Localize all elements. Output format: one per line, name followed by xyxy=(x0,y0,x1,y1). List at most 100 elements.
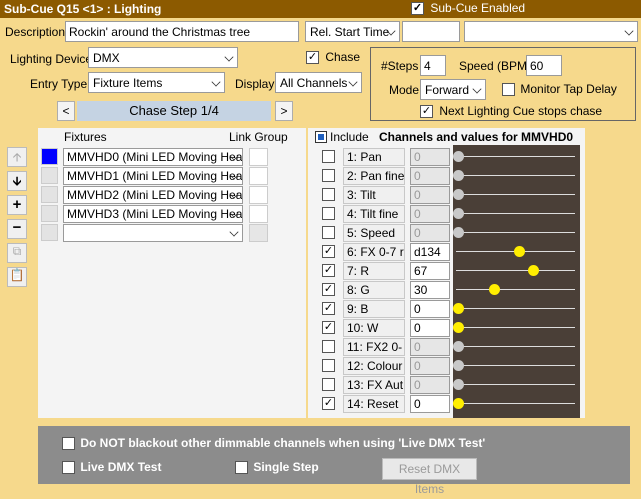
move-up-icon[interactable]: 🡩 xyxy=(7,147,27,167)
channel-label[interactable]: 9: B xyxy=(343,300,405,318)
channel-slider-thumb[interactable] xyxy=(453,341,464,352)
display-select[interactable]: All Channels xyxy=(275,72,362,93)
channel-include-checkbox[interactable] xyxy=(322,359,335,372)
next-cue-stops-chase-check[interactable] xyxy=(420,105,433,119)
channel-value-input[interactable]: 0 xyxy=(410,338,450,356)
fixture-row[interactable]: MMVHD1 (Mini LED Moving Head xyxy=(38,166,306,185)
fixture-select[interactable]: MMVHD2 (Mini LED Moving Head xyxy=(63,186,243,204)
channel-include-checkbox[interactable] xyxy=(322,188,335,201)
sub-cue-enabled-check[interactable] xyxy=(411,2,424,16)
channel-slider-thumb[interactable] xyxy=(453,379,464,390)
channel-slider-thumb[interactable] xyxy=(489,284,500,295)
link-group-input[interactable] xyxy=(249,186,268,204)
channel-label[interactable]: 2: Pan fine xyxy=(343,167,405,185)
channel-label[interactable]: 7: R xyxy=(343,262,405,280)
steps-input[interactable]: 4 xyxy=(420,55,446,76)
entry-type-select[interactable]: Fixture Items xyxy=(88,72,225,93)
channel-label[interactable]: 12: Colour xyxy=(343,357,405,375)
fixture-row[interactable]: MMVHD2 (Mini LED Moving Head xyxy=(38,185,306,204)
channel-include-checkbox[interactable] xyxy=(322,207,335,220)
channel-include-checkbox[interactable] xyxy=(322,321,335,334)
channel-slider-thumb[interactable] xyxy=(453,398,464,409)
channel-include-checkbox[interactable] xyxy=(322,245,335,258)
prev-step-button[interactable]: < xyxy=(57,101,75,121)
channel-include-checkbox[interactable] xyxy=(322,226,335,239)
speed-input[interactable]: 60 xyxy=(526,55,562,76)
move-down-icon[interactable]: 🡫 xyxy=(7,171,27,191)
start-cue-select[interactable] xyxy=(464,21,638,42)
channel-value-input[interactable]: 0 xyxy=(410,395,450,413)
channel-label[interactable]: 8: G xyxy=(343,281,405,299)
channel-label[interactable]: 14: Reset xyxy=(343,395,405,413)
channel-label[interactable]: 11: FX2 0- xyxy=(343,338,405,356)
link-group-input[interactable] xyxy=(249,205,268,223)
fixture-select[interactable]: MMVHD1 (Mini LED Moving Head xyxy=(63,167,243,185)
channel-slider-thumb[interactable] xyxy=(453,360,464,371)
channel-value-input[interactable]: 0 xyxy=(410,148,450,166)
link-group-input[interactable] xyxy=(249,148,268,166)
channel-value-input[interactable]: d134 xyxy=(410,243,450,261)
next-cue-stops-chase-checkbox[interactable]: Next Lighting Cue stops chase xyxy=(420,104,602,119)
channel-slider-thumb[interactable] xyxy=(453,189,464,200)
channel-value-input[interactable]: 0 xyxy=(410,205,450,223)
channel-slider-thumb[interactable] xyxy=(528,265,539,276)
fixture-row[interactable]: MMVHD0 (Mini LED Moving Head) xyxy=(38,147,306,166)
channel-include-checkbox[interactable] xyxy=(322,264,335,277)
channel-label[interactable]: 5: Speed xyxy=(343,224,405,242)
fixture-row-selector[interactable] xyxy=(41,167,58,184)
channel-value-input[interactable]: 0 xyxy=(410,224,450,242)
channel-slider-thumb[interactable] xyxy=(453,227,464,238)
copy-icon[interactable]: ⧉ xyxy=(7,243,27,263)
lighting-device-select[interactable]: DMX xyxy=(88,47,238,68)
link-group-input[interactable] xyxy=(249,224,268,242)
live-dmx-test-checkbox[interactable]: Live DMX Test xyxy=(62,460,161,475)
reset-dmx-items-button[interactable]: Reset DMX Items xyxy=(382,458,477,496)
fixture-select[interactable]: MMVHD3 (Mini LED Moving Head xyxy=(63,205,243,223)
channel-value-input[interactable]: 0 xyxy=(410,300,450,318)
next-step-button[interactable]: > xyxy=(275,101,293,121)
remove-icon[interactable]: − xyxy=(7,219,27,239)
channel-value-input[interactable]: 0 xyxy=(410,186,450,204)
channel-value-input[interactable]: 0 xyxy=(410,357,450,375)
channel-include-checkbox[interactable] xyxy=(322,340,335,353)
chase-check[interactable] xyxy=(306,51,319,65)
channel-value-input[interactable]: 0 xyxy=(410,319,450,337)
channel-slider-thumb[interactable] xyxy=(453,303,464,314)
add-icon[interactable]: + xyxy=(7,195,27,215)
fixture-row-selector[interactable] xyxy=(41,205,58,222)
channel-include-checkbox[interactable] xyxy=(322,397,335,410)
chase-checkbox[interactable]: Chase xyxy=(306,50,360,65)
mode-select[interactable]: Forward xyxy=(420,79,486,100)
monitor-tap-delay-checkbox[interactable]: Monitor Tap Delay xyxy=(502,82,617,97)
fixture-select[interactable]: MMVHD0 (Mini LED Moving Head) xyxy=(63,148,243,166)
channel-value-input[interactable]: 0 xyxy=(410,376,450,394)
no-blackout-check[interactable] xyxy=(62,437,75,451)
channel-include-checkbox[interactable] xyxy=(322,378,335,391)
single-step-checkbox[interactable]: Single Step xyxy=(235,460,319,475)
fixture-row[interactable] xyxy=(38,223,306,242)
channel-include-checkbox[interactable] xyxy=(322,169,335,182)
channel-slider-thumb[interactable] xyxy=(453,322,464,333)
channel-slider-thumb[interactable] xyxy=(453,208,464,219)
channel-label[interactable]: 4: Tilt fine xyxy=(343,205,405,223)
channel-label[interactable]: 6: FX 0-7 r xyxy=(343,243,405,261)
channel-include-checkbox[interactable] xyxy=(322,150,335,163)
channel-value-input[interactable]: 30 xyxy=(410,281,450,299)
live-dmx-test-check[interactable] xyxy=(62,461,75,475)
fixture-select[interactable] xyxy=(63,224,243,242)
monitor-tap-delay-check[interactable] xyxy=(502,83,515,97)
channel-label[interactable]: 1: Pan xyxy=(343,148,405,166)
channel-label[interactable]: 3: Tilt xyxy=(343,186,405,204)
channel-value-input[interactable]: 0 xyxy=(410,167,450,185)
channel-slider-thumb[interactable] xyxy=(453,170,464,181)
single-step-check[interactable] xyxy=(235,461,248,475)
channel-value-input[interactable]: 67 xyxy=(410,262,450,280)
rel-start-time-select[interactable]: Rel. Start Time xyxy=(305,21,400,42)
description-input[interactable]: Rockin' around the Christmas tree xyxy=(65,21,299,42)
channel-include-checkbox[interactable] xyxy=(322,283,335,296)
link-group-input[interactable] xyxy=(249,167,268,185)
channel-slider-thumb[interactable] xyxy=(514,246,525,257)
no-blackout-checkbox[interactable]: Do NOT blackout other dimmable channels … xyxy=(62,436,485,451)
fixture-row-selector[interactable] xyxy=(41,224,58,241)
sub-cue-enabled-checkbox[interactable]: Sub-Cue Enabled xyxy=(411,1,525,16)
